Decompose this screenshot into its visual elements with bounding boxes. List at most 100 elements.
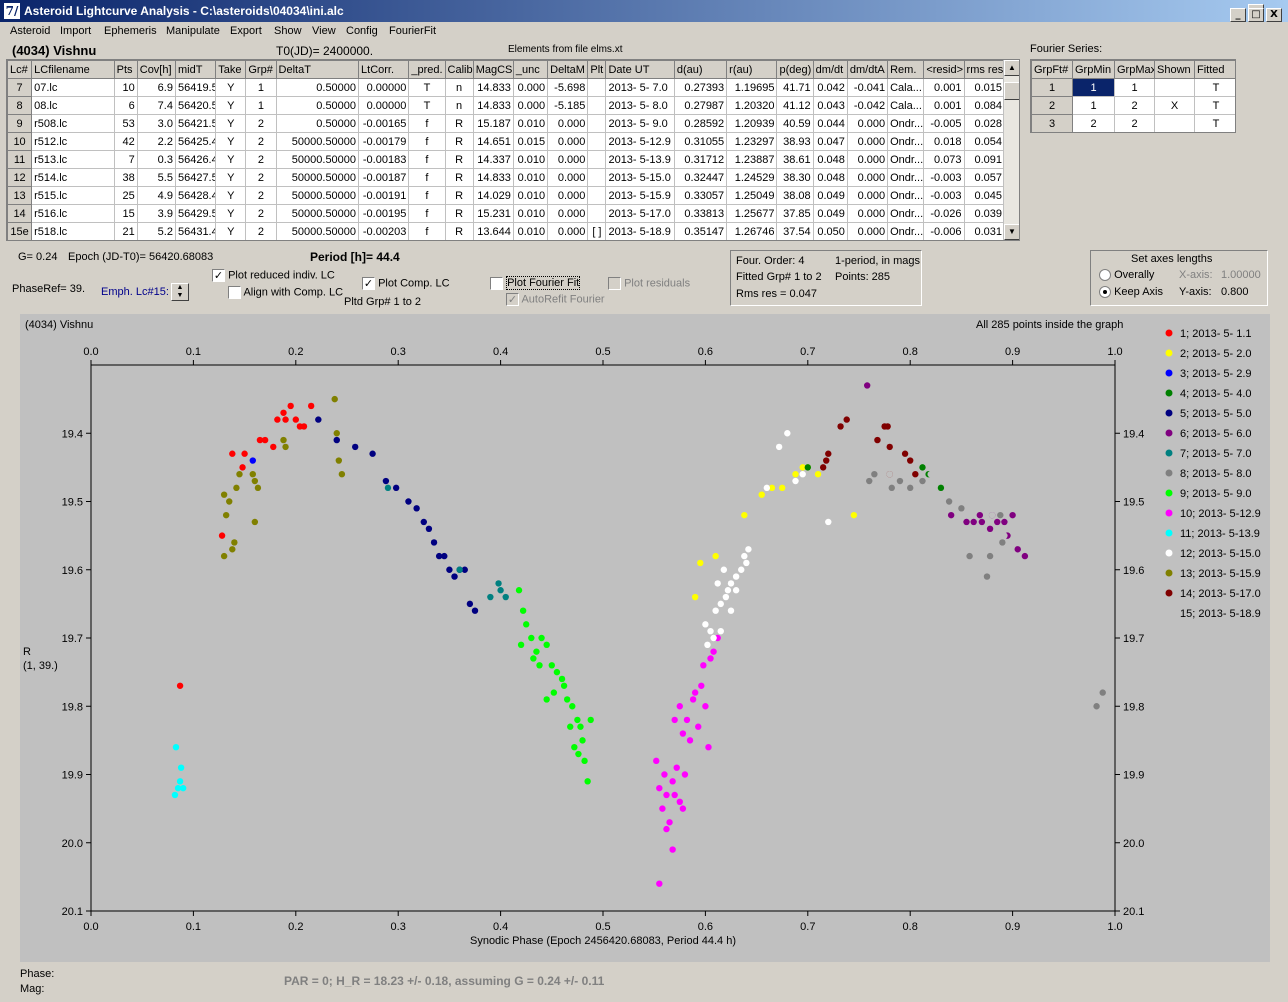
table-cell[interactable]: f bbox=[408, 222, 446, 240]
table-cell[interactable]: X bbox=[1154, 96, 1195, 115]
table-cell[interactable]: 15.187 bbox=[472, 114, 514, 133]
table-cell[interactable]: -0.00187 bbox=[358, 168, 410, 187]
table-cell[interactable]: 0.010 bbox=[512, 186, 549, 205]
table-cell[interactable]: 0.31712 bbox=[673, 150, 728, 169]
table-cell[interactable]: 0.000 bbox=[846, 132, 889, 151]
table-cell[interactable]: R bbox=[444, 150, 474, 169]
column-header[interactable]: Cov[h] bbox=[136, 60, 176, 79]
table-cell[interactable]: Ondr... bbox=[887, 168, 925, 187]
table-cell[interactable]: 50000.50000 bbox=[275, 204, 360, 223]
table-row[interactable]: 12 r514.lc 38 5.5 56427.5 Y 2 50000.50000 -0.001… bbox=[7, 168, 1006, 187]
phaseref-value[interactable]: PhaseRef= 39. bbox=[12, 283, 85, 295]
scroll-up-icon[interactable]: ▲ bbox=[1004, 60, 1019, 76]
row-header[interactable]: 3 bbox=[1031, 114, 1073, 132]
table-cell[interactable]: R bbox=[444, 222, 474, 240]
table-cell[interactable]: 2 bbox=[245, 204, 277, 223]
column-header[interactable]: r(au) bbox=[726, 60, 778, 79]
row-header[interactable]: 14 bbox=[7, 204, 33, 223]
table-cell[interactable]: Y bbox=[215, 168, 247, 187]
table-row[interactable]: 11 r513.lc 7 0.3 56426.4 Y 2 50000.50000 -0.0018… bbox=[7, 150, 1006, 169]
menu-show[interactable]: Show bbox=[274, 25, 302, 37]
lightcurve-table-scrollbar[interactable]: ▲ ▼ bbox=[1003, 60, 1019, 240]
column-header[interactable]: DeltaM bbox=[547, 60, 589, 79]
table-cell[interactable]: 1.23297 bbox=[726, 132, 778, 151]
table-cell[interactable]: 0.084 bbox=[963, 96, 1006, 115]
table-cell[interactable]: n bbox=[444, 78, 474, 97]
table-cell[interactable]: r513.lc bbox=[31, 150, 115, 169]
table-cell[interactable]: 56420.5 bbox=[174, 96, 217, 115]
table-cell[interactable]: 6 bbox=[113, 96, 138, 115]
table-cell[interactable]: 2 bbox=[1114, 114, 1155, 132]
table-row[interactable]: 13 r515.lc 25 4.9 56428.4 Y 2 50000.50000 -0.001… bbox=[7, 186, 1006, 205]
row-header[interactable]: 8 bbox=[7, 96, 33, 115]
table-cell[interactable]: 0.001 bbox=[923, 96, 965, 115]
table-cell[interactable]: 1.23887 bbox=[726, 150, 778, 169]
table-cell[interactable]: 2 bbox=[1114, 96, 1155, 115]
table-cell[interactable]: 0.010 bbox=[512, 204, 549, 223]
column-header[interactable]: Lc# bbox=[7, 60, 33, 79]
table-cell[interactable]: 56425.4 bbox=[174, 132, 217, 151]
table-cell[interactable]: 37.54 bbox=[776, 222, 814, 240]
table-cell[interactable]: 56429.5 bbox=[174, 204, 217, 223]
table-cell[interactable]: 0.000 bbox=[846, 150, 889, 169]
table-cell[interactable]: 25 bbox=[113, 186, 138, 205]
table-cell[interactable]: -5.698 bbox=[547, 78, 589, 97]
table-cell[interactable]: Ondr... bbox=[887, 114, 925, 133]
column-header[interactable]: Rem. bbox=[887, 60, 925, 79]
column-header[interactable]: dm/dt bbox=[812, 60, 848, 79]
table-cell[interactable]: -0.00195 bbox=[358, 204, 410, 223]
table-cell[interactable]: 1 bbox=[1114, 78, 1155, 97]
table-cell[interactable]: 5.2 bbox=[136, 222, 176, 240]
table-cell[interactable]: 38.30 bbox=[776, 168, 814, 187]
close-button[interactable]: X bbox=[1266, 8, 1282, 22]
table-cell[interactable]: 0.049 bbox=[812, 186, 848, 205]
column-header[interactable]: LCfilename bbox=[31, 60, 115, 79]
table-cell[interactable]: 0.000 bbox=[846, 114, 889, 133]
table-cell[interactable]: 41.12 bbox=[776, 96, 814, 115]
menu-manipulate[interactable]: Manipulate bbox=[166, 25, 220, 37]
table-cell[interactable]: Y bbox=[215, 204, 247, 223]
table-cell[interactable]: 0.042 bbox=[812, 78, 848, 97]
column-header[interactable]: Shown bbox=[1154, 60, 1195, 79]
table-cell[interactable]: Cala... bbox=[887, 78, 925, 97]
table-cell[interactable]: 2013- 5- 8.0 bbox=[605, 96, 675, 115]
table-cell[interactable]: 1 bbox=[1072, 96, 1115, 115]
table-cell[interactable]: r516.lc bbox=[31, 204, 115, 223]
table-cell[interactable]: 38.93 bbox=[776, 132, 814, 151]
menu-config[interactable]: Config bbox=[346, 25, 378, 37]
table-cell[interactable] bbox=[587, 96, 607, 115]
table-cell[interactable]: 13.644 bbox=[472, 222, 514, 240]
table-cell[interactable]: -5.185 bbox=[547, 96, 589, 115]
table-cell[interactable]: 07.lc bbox=[31, 78, 115, 97]
table-cell[interactable]: -0.042 bbox=[846, 96, 889, 115]
table-cell[interactable]: 14.833 bbox=[472, 78, 514, 97]
table-cell[interactable]: 2 bbox=[245, 114, 277, 133]
table-cell[interactable]: 38.08 bbox=[776, 186, 814, 205]
table-row[interactable]: 111T bbox=[1031, 78, 1235, 97]
table-cell[interactable]: 0.044 bbox=[812, 114, 848, 133]
table-cell[interactable]: 0.073 bbox=[923, 150, 965, 169]
table-cell[interactable]: 42 bbox=[113, 132, 138, 151]
table-cell[interactable]: 21 bbox=[113, 222, 138, 240]
table-cell[interactable]: r518.lc bbox=[31, 222, 115, 240]
emph-lc-spinner[interactable]: ▲ ▼ bbox=[171, 283, 189, 301]
table-cell[interactable]: Ondr... bbox=[887, 204, 925, 223]
table-cell[interactable]: 0.000 bbox=[547, 204, 589, 223]
table-cell[interactable]: 14.337 bbox=[472, 150, 514, 169]
table-cell[interactable]: 2013- 5- 9.0 bbox=[605, 114, 675, 133]
plot-reduced-checkbox[interactable]: ✓ Plot reduced indiv. LC bbox=[212, 269, 335, 282]
align-comp-checkbox[interactable]: Align with Comp. LC bbox=[228, 286, 343, 299]
table-cell[interactable] bbox=[587, 186, 607, 205]
table-cell[interactable]: 2013- 5-18.9 bbox=[605, 222, 675, 240]
table-cell[interactable]: 56419.5 bbox=[174, 78, 217, 97]
table-cell[interactable]: 0.010 bbox=[512, 168, 549, 187]
table-row[interactable]: 212XT bbox=[1031, 96, 1235, 115]
table-cell[interactable]: 15.231 bbox=[472, 204, 514, 223]
y-axis-value[interactable]: 0.800 bbox=[1221, 286, 1249, 298]
table-cell[interactable]: T bbox=[1194, 78, 1235, 97]
table-cell[interactable]: 0.050 bbox=[812, 222, 848, 240]
table-cell[interactable]: 50000.50000 bbox=[275, 222, 360, 240]
column-header[interactable]: p(deg) bbox=[776, 60, 814, 79]
table-cell[interactable]: R bbox=[444, 168, 474, 187]
column-header[interactable]: Fitted bbox=[1194, 60, 1235, 79]
